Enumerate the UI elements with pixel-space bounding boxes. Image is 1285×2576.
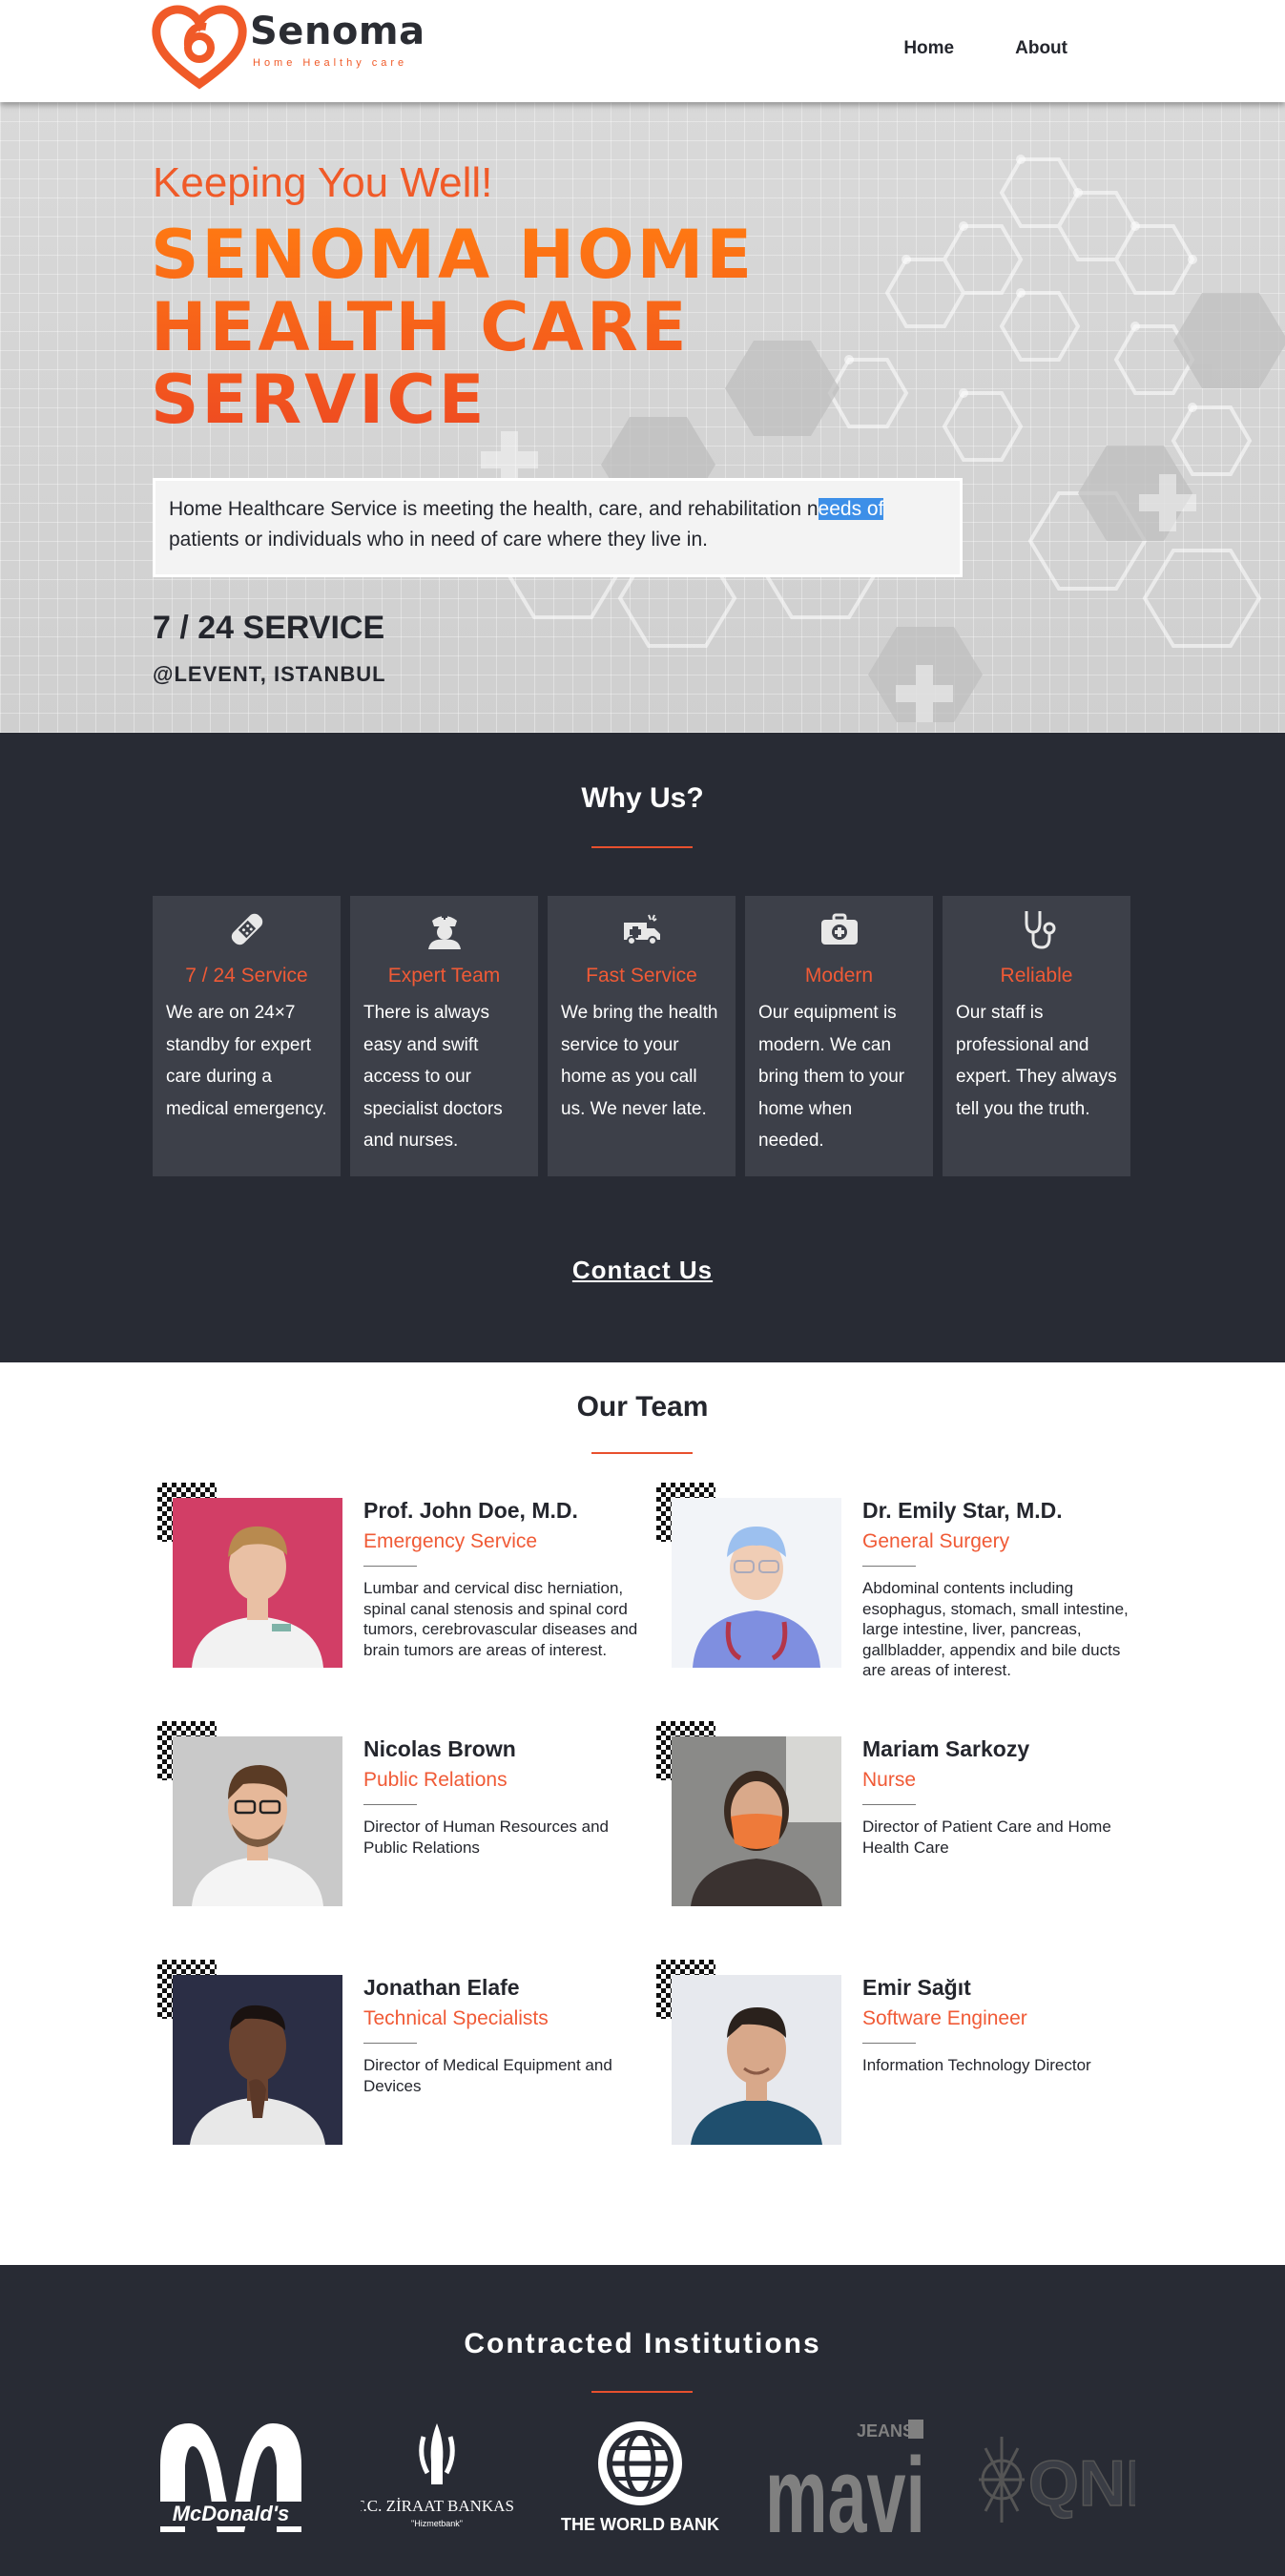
- hero-title: SENOMA HOME HEALTH CARE SERVICE: [151, 218, 819, 436]
- feature-card-title: Expert Team: [387, 965, 501, 987]
- feature-card-title: Modern: [804, 965, 874, 987]
- ziraat-logo-sub: "Hizmetbank": [411, 2519, 463, 2528]
- feature-cards: 7 / 24 Service We are on 24×7 standby fo…: [153, 896, 1130, 1176]
- contact-us-link[interactable]: Contact Us: [572, 1256, 713, 1284]
- qnb-logo-text: QNB: [1028, 2447, 1135, 2520]
- member-photo: [672, 1975, 841, 2145]
- member-photo: [672, 1498, 841, 1668]
- team-member-card: Mariam Sarkozy Nurse Director of Patient…: [656, 1721, 1191, 1912]
- mcdonalds-logo[interactable]: McDonald's: [151, 2418, 311, 2542]
- title-underline: [591, 1452, 693, 1454]
- contracted-institutions-section: Contracted Institutions McDonald's T.C. …: [0, 2265, 1285, 2576]
- mavi-logo-text: mavi: [765, 2436, 925, 2542]
- member-name: Nicolas Brown: [363, 1736, 516, 1761]
- site-header: Senoma Home Healthy care Home About: [0, 0, 1285, 102]
- nav-home-link[interactable]: Home: [873, 38, 984, 59]
- feature-card-title: 7 / 24 Service: [185, 965, 308, 987]
- brand-name[interactable]: Senoma: [250, 10, 425, 53]
- member-description: Director of Medical Equipment and Device…: [363, 2056, 612, 2095]
- feature-card: Modern Our equipment is modern. We can b…: [745, 896, 933, 1176]
- selected-text: eeds of: [818, 498, 884, 520]
- hero-eyebrow: Keeping You Well!: [153, 159, 493, 206]
- ziraat-logo[interactable]: T.C. ZİRAAT BANKASI "Hizmetbank": [361, 2418, 513, 2542]
- feature-card-text: We are on 24×7 standby for expert care d…: [166, 1003, 327, 1119]
- feature-card: 7 / 24 Service We are on 24×7 standby fo…: [153, 896, 341, 1176]
- hero-description: Home Healthcare Service is meeting the h…: [153, 478, 963, 577]
- member-photo: [173, 1736, 342, 1906]
- title-underline: [591, 2391, 693, 2393]
- heart-logo-icon[interactable]: [151, 4, 248, 90]
- team-member-card: Dr. Emily Star, M.D. General Surgery Abd…: [656, 1483, 1191, 1679]
- feature-card: Reliable Our staff is professional and e…: [943, 896, 1130, 1176]
- feature-card-title: Reliable: [1000, 965, 1073, 987]
- member-description: Abdominal contents including esophagus, …: [862, 1579, 1129, 1679]
- section-title: Contracted Institutions: [464, 2328, 821, 2359]
- service-hours: 7 / 24 SERVICE: [153, 610, 385, 646]
- feature-card: Fast Service We bring the health service…: [548, 896, 736, 1176]
- member-photo: [173, 1975, 342, 2145]
- member-name: Dr. Emily Star, M.D.: [862, 1498, 1063, 1523]
- mavi-logo[interactable]: JEANS mavi: [763, 2418, 931, 2542]
- team-member-card: Prof. John Doe, M.D. Emergency Service L…: [157, 1483, 692, 1673]
- team-title: Our Team: [576, 1391, 709, 1423]
- brand-tagline: Home Healthy care: [253, 57, 408, 69]
- divider: [363, 2043, 417, 2044]
- service-location: @LEVENT, ISTANBUL: [153, 662, 386, 686]
- bandage-icon: [231, 913, 262, 945]
- mcdonalds-logo-text: McDonald's: [173, 2502, 290, 2525]
- why-us-section: Why Us? 7 / 24 Service We are on 24×7 st…: [0, 733, 1285, 1362]
- member-name: Jonathan Elafe: [363, 1975, 520, 2000]
- feature-card-title: Fast Service: [586, 965, 697, 987]
- team-member-card: Jonathan Elafe Technical Specialists Dir…: [157, 1960, 692, 2150]
- hero-title-line: HEALTH CARE: [151, 288, 690, 366]
- feature-card-text: Our staff is professional and expert. Th…: [956, 1003, 1117, 1119]
- hero-section: Keeping You Well! SENOMA HOME HEALTH CAR…: [0, 102, 1285, 733]
- stethoscope-icon: [1025, 911, 1055, 949]
- member-description: Director of Human Resources and Public R…: [363, 1818, 610, 1857]
- title-underline: [591, 846, 693, 848]
- feature-card-text: Our equipment is modern. We can bring th…: [758, 1003, 905, 1151]
- world-bank-logo-text: THE WORLD BANK: [561, 2515, 719, 2534]
- contact-link-wrap: Contact Us: [0, 1256, 1285, 1285]
- member-role: Software Engineer: [862, 2007, 1027, 2029]
- nurse-icon: [427, 914, 461, 949]
- member-role: Public Relations: [363, 1769, 508, 1791]
- ziraat-logo-text: T.C. ZİRAAT BANKASI: [361, 2497, 513, 2515]
- member-description: Director of Patient Care and Home Health…: [862, 1818, 1111, 1857]
- team-member-card: Nicolas Brown Public Relations Director …: [157, 1721, 692, 1912]
- divider: [862, 1566, 916, 1567]
- member-photo: [672, 1736, 841, 1906]
- member-role: General Surgery: [862, 1530, 1010, 1552]
- member-name: Mariam Sarkozy: [862, 1736, 1030, 1761]
- world-bank-logo[interactable]: THE WORLD BANK: [559, 2418, 721, 2542]
- divider: [862, 1804, 916, 1805]
- divider: [363, 1804, 417, 1805]
- divider: [862, 2043, 916, 2044]
- feature-card: Expert Team There is always easy and swi…: [350, 896, 538, 1176]
- feature-card-text: There is always easy and swift access to…: [363, 1003, 503, 1151]
- nav-about-link[interactable]: About: [984, 38, 1098, 59]
- section-title: Why Us?: [581, 782, 704, 814]
- member-photo: [173, 1498, 342, 1668]
- divider: [363, 1566, 417, 1567]
- member-description: Lumbar and cervical disc herniation, spi…: [363, 1579, 638, 1659]
- member-description: Information Technology Director: [862, 2056, 1091, 2074]
- feature-card-text: We bring the health service to your home…: [561, 1003, 718, 1119]
- hero-title-line: SENOMA HOME: [151, 216, 756, 294]
- member-role: Nurse: [862, 1769, 917, 1791]
- hero-title-line: SERVICE: [151, 361, 487, 439]
- member-role: Technical Specialists: [363, 2007, 549, 2029]
- medical-kit-icon: [820, 913, 858, 945]
- member-name: Prof. John Doe, M.D.: [363, 1498, 578, 1523]
- team-member-card: Emir Sağıt Software Engineer Information…: [656, 1960, 1191, 2150]
- member-role: Emergency Service: [363, 1530, 538, 1552]
- hero-description-text: Home Healthcare Service is meeting the h…: [169, 498, 819, 520]
- member-name: Emir Sağıt: [862, 1975, 971, 2000]
- qnb-logo[interactable]: QNB: [973, 2418, 1135, 2542]
- hero-description-text: patients or individuals who in need of c…: [169, 529, 708, 551]
- main-nav: Home About: [873, 38, 1098, 59]
- ambulance-icon: [623, 914, 660, 945]
